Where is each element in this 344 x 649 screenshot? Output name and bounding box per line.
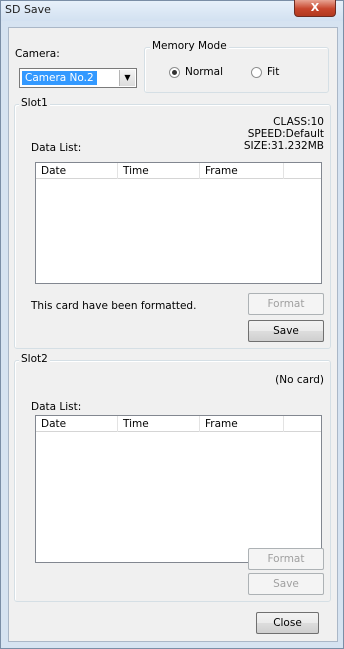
camera-label: Camera: [15, 48, 60, 60]
slot2-save-button[interactable]: Save [248, 573, 324, 595]
slot1-speed: SPEED:Default [247, 128, 324, 140]
slot2-status-text: (No card) [275, 374, 324, 386]
slot1-col-date[interactable]: Date [36, 163, 118, 179]
slot2-group: Slot2 (No card) Data List: Date Time Fra… [14, 353, 331, 602]
slot2-format-button[interactable]: Format [248, 548, 324, 570]
slot2-title: Slot2 [19, 353, 50, 365]
memory-mode-title: Memory Mode [150, 40, 229, 52]
slot1-list-header: Date Time Frame [36, 163, 321, 179]
window-close-button[interactable]: X [294, 0, 336, 17]
title-bar: SD Save X [1, 0, 343, 21]
slot1-data-list[interactable]: Date Time Frame [35, 162, 322, 284]
slot1-title: Slot1 [19, 97, 50, 109]
slot2-col-time[interactable]: Time [118, 416, 200, 432]
close-button[interactable]: Close [256, 612, 319, 634]
slot2-data-list-label: Data List: [31, 401, 82, 413]
slot1-status-text: This card have been formatted. [31, 300, 197, 312]
slot1-data-list-label: Data List: [31, 142, 82, 154]
slot1-save-button[interactable]: Save [248, 320, 324, 342]
slot1-class: CLASS:10 [273, 116, 324, 128]
slot1-col-time[interactable]: Time [118, 163, 200, 179]
sd-save-window: SD Save X Camera: Camera No.2 ▼ Memory M… [0, 0, 344, 649]
camera-selected-value: Camera No.2 [22, 71, 97, 85]
slot1-group: Slot1 CLASS:10 SPEED:Default SIZE:31.232… [14, 97, 331, 349]
slot1-col-frame[interactable]: Frame [200, 163, 284, 179]
normal-radio-label[interactable]: Normal [185, 66, 223, 78]
fit-radio-label[interactable]: Fit [267, 66, 279, 78]
slot1-format-button[interactable]: Format [248, 293, 324, 315]
slot2-col-date[interactable]: Date [36, 416, 118, 432]
slot1-size: SIZE:31.232MB [243, 140, 324, 152]
slot2-list-header: Date Time Frame [36, 416, 321, 432]
memory-mode-group: Memory Mode Normal Fit [144, 40, 329, 93]
fit-radio[interactable] [251, 67, 262, 78]
dialog-client-area: Camera: Camera No.2 ▼ Memory Mode Normal… [8, 27, 338, 642]
slot2-data-list[interactable]: Date Time Frame [35, 415, 322, 563]
chevron-down-icon[interactable]: ▼ [119, 70, 135, 86]
window-title: SD Save [5, 3, 51, 16]
camera-select[interactable]: Camera No.2 ▼ [19, 68, 137, 88]
normal-radio[interactable] [169, 67, 180, 78]
slot2-col-frame[interactable]: Frame [200, 416, 284, 432]
